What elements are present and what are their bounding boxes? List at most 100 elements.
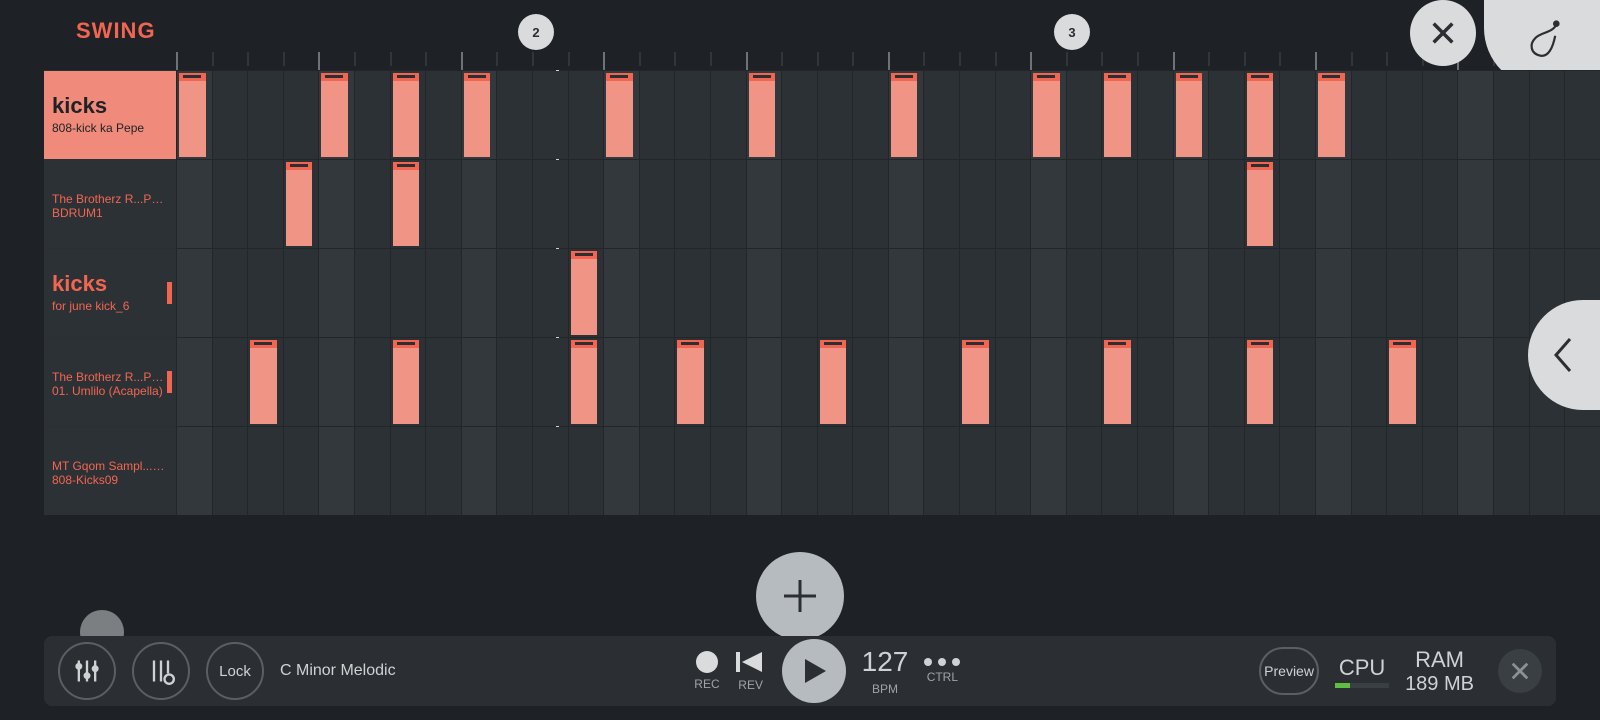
grid-cell[interactable] xyxy=(1208,71,1244,159)
grid-cell[interactable] xyxy=(603,71,639,159)
grid-cell[interactable] xyxy=(390,338,426,426)
grid-cell[interactable] xyxy=(923,160,959,248)
grid-cell[interactable] xyxy=(1244,249,1280,337)
grid-cell[interactable] xyxy=(923,71,959,159)
grid-cell[interactable] xyxy=(1315,427,1351,515)
grid-cell[interactable] xyxy=(354,160,390,248)
track-header[interactable]: The Brotherz R...PacksBDRUM1 xyxy=(44,159,176,248)
note[interactable] xyxy=(393,162,420,246)
grid-cell[interactable] xyxy=(959,160,995,248)
note[interactable] xyxy=(1104,340,1131,424)
grid-cell[interactable] xyxy=(1101,427,1137,515)
grid-cell[interactable] xyxy=(212,338,248,426)
grid-cell[interactable] xyxy=(639,160,675,248)
grid-cell[interactable] xyxy=(1351,71,1387,159)
preview-button[interactable]: Preview xyxy=(1259,647,1319,695)
track-header[interactable]: kicksfor june kick_6 xyxy=(44,248,176,337)
grid-cell[interactable] xyxy=(1315,71,1351,159)
grid-cell[interactable] xyxy=(1422,427,1458,515)
grid-cell[interactable] xyxy=(1457,71,1493,159)
grid-cell[interactable] xyxy=(746,427,782,515)
note[interactable] xyxy=(962,340,989,424)
grid-cell[interactable] xyxy=(1173,71,1209,159)
grid-cell[interactable] xyxy=(247,427,283,515)
grid-cell[interactable] xyxy=(1173,249,1209,337)
grid-cell[interactable] xyxy=(1244,160,1280,248)
grid-cell[interactable] xyxy=(532,160,568,248)
grid-cell[interactable] xyxy=(283,338,319,426)
note[interactable] xyxy=(1104,73,1131,157)
grid-cell[interactable] xyxy=(176,338,212,426)
note[interactable] xyxy=(393,340,420,424)
grid-cell[interactable] xyxy=(461,71,497,159)
grid-cell[interactable] xyxy=(746,249,782,337)
grid-cell[interactable] xyxy=(1386,71,1422,159)
grid-cell[interactable] xyxy=(532,427,568,515)
grid-cell[interactable] xyxy=(461,160,497,248)
grid-cell[interactable] xyxy=(1208,338,1244,426)
grid-cell[interactable] xyxy=(603,249,639,337)
note[interactable] xyxy=(464,73,491,157)
track-header[interactable]: kicks808-kick ka Pepe xyxy=(44,70,176,159)
grid-cell[interactable] xyxy=(923,338,959,426)
grid-cell[interactable] xyxy=(603,160,639,248)
grid-cell[interactable] xyxy=(1422,249,1458,337)
note[interactable] xyxy=(606,73,633,157)
grid-cell[interactable] xyxy=(1137,71,1173,159)
grid-cell[interactable] xyxy=(390,427,426,515)
grid-cell[interactable] xyxy=(532,338,568,426)
grid-cell[interactable] xyxy=(888,427,924,515)
grid-cell[interactable] xyxy=(247,338,283,426)
record-button[interactable]: REC xyxy=(694,651,719,691)
note[interactable] xyxy=(891,73,918,157)
grid-cell[interactable] xyxy=(1386,338,1422,426)
grid-cell[interactable] xyxy=(888,338,924,426)
grid-cell[interactable] xyxy=(852,160,888,248)
note[interactable] xyxy=(179,73,206,157)
grid-cell[interactable] xyxy=(1208,427,1244,515)
grid-cell[interactable] xyxy=(746,160,782,248)
grid-cell[interactable] xyxy=(995,160,1031,248)
grid-cell[interactable] xyxy=(1101,160,1137,248)
grid-cell[interactable] xyxy=(532,71,568,159)
grid-cell[interactable] xyxy=(995,338,1031,426)
grid-cell[interactable] xyxy=(1386,427,1422,515)
grid-cell[interactable] xyxy=(995,249,1031,337)
grid-cell[interactable] xyxy=(888,249,924,337)
grid-cell[interactable] xyxy=(817,160,853,248)
timeline-ruler[interactable] xyxy=(176,42,1600,66)
grid-cell[interactable] xyxy=(1244,71,1280,159)
grid-cell[interactable] xyxy=(425,427,461,515)
grid-cell[interactable] xyxy=(568,71,604,159)
grid-cell[interactable] xyxy=(852,427,888,515)
grid-cell[interactable] xyxy=(1351,249,1387,337)
grid-cell[interactable] xyxy=(817,427,853,515)
grid-cell[interactable] xyxy=(176,71,212,159)
grid-cell[interactable] xyxy=(1137,338,1173,426)
grid-cell[interactable] xyxy=(247,160,283,248)
grid-cell[interactable] xyxy=(1066,338,1102,426)
grid-cell[interactable] xyxy=(1564,71,1600,159)
grid-cell[interactable] xyxy=(461,338,497,426)
grid-cell[interactable] xyxy=(318,427,354,515)
grid-cell[interactable] xyxy=(496,160,532,248)
grid-cell[interactable] xyxy=(959,71,995,159)
grid-cell[interactable] xyxy=(639,71,675,159)
grid-cell[interactable] xyxy=(1173,427,1209,515)
play-button[interactable] xyxy=(782,639,846,703)
grid-cell[interactable] xyxy=(1422,71,1458,159)
grid-cell[interactable] xyxy=(390,71,426,159)
grid-cell[interactable] xyxy=(674,160,710,248)
grid-cell[interactable] xyxy=(603,338,639,426)
swing-label[interactable]: SWING xyxy=(76,18,156,44)
grid-cell[interactable] xyxy=(1351,160,1387,248)
grid-cell[interactable] xyxy=(1351,338,1387,426)
grid-cell[interactable] xyxy=(1208,160,1244,248)
note[interactable] xyxy=(677,340,704,424)
grid-cell[interactable] xyxy=(781,427,817,515)
grid-cell[interactable] xyxy=(781,160,817,248)
grid-cell[interactable] xyxy=(1279,249,1315,337)
grid-cell[interactable] xyxy=(1422,160,1458,248)
grid-cell[interactable] xyxy=(1493,249,1529,337)
note[interactable] xyxy=(393,73,420,157)
